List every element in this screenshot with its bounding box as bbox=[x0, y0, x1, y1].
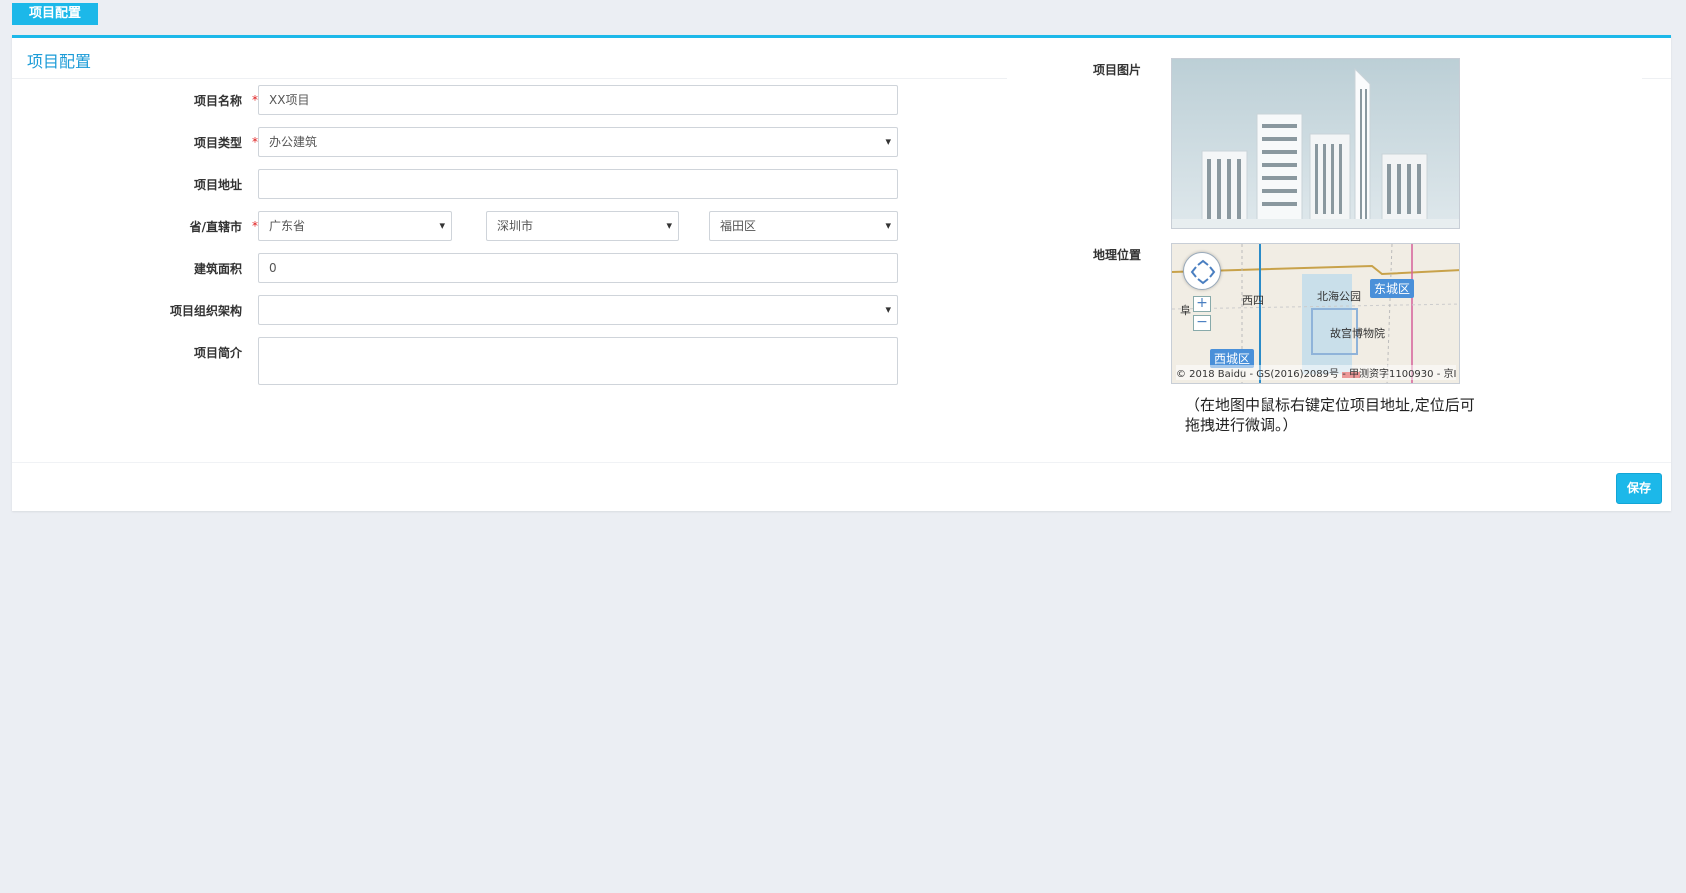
building-area-input[interactable]: 0 bbox=[258, 253, 898, 283]
building-area-label: 建筑面积 bbox=[193, 262, 242, 276]
project-intro-label: 项目简介 bbox=[193, 346, 242, 360]
district-value: 福田区 bbox=[720, 219, 757, 233]
project-address-input[interactable] bbox=[258, 169, 898, 199]
region-label: 省/直辖市 bbox=[189, 220, 242, 234]
project-type-value: 办公建筑 bbox=[269, 135, 318, 149]
district-select[interactable]: 福田区 bbox=[709, 211, 898, 241]
footer-divider bbox=[12, 462, 1671, 463]
project-type-select[interactable]: 办公建筑 bbox=[258, 127, 898, 157]
city-value: 深圳市 bbox=[497, 219, 534, 233]
map-hint-text: （在地图中鼠标右键定位项目地址,定位后可拖拽进行微调。） bbox=[1185, 396, 1475, 434]
map-place-xisi: 西四 bbox=[1242, 294, 1264, 307]
org-structure-select[interactable] bbox=[258, 295, 898, 325]
city-select[interactable]: 深圳市 bbox=[486, 211, 679, 241]
title-divider-right bbox=[1642, 78, 1671, 79]
project-photo-label: 项目图片 bbox=[1093, 63, 1142, 77]
project-name-label: 项目名称 bbox=[193, 94, 242, 108]
map-pan-control[interactable] bbox=[1183, 252, 1221, 290]
panel-title: 项目配置 bbox=[27, 52, 92, 71]
map-place-fu: 阜 bbox=[1180, 304, 1191, 317]
building-illustration bbox=[1172, 67, 1459, 228]
project-photo[interactable] bbox=[1171, 58, 1460, 229]
project-type-label: 项目类型 bbox=[193, 136, 242, 150]
map-place-palace-museum: 故宫博物院 bbox=[1330, 327, 1385, 340]
project-config-panel: 项目配置 项目名称 * XX项目 项目类型 * 办公建筑 项目地址 省/直辖市 … bbox=[12, 35, 1671, 511]
province-value: 广东省 bbox=[269, 219, 306, 233]
pan-arrows-icon bbox=[1190, 259, 1216, 285]
map-district-dongcheng: 东城区 bbox=[1370, 279, 1415, 298]
project-intro-textarea[interactable] bbox=[258, 337, 898, 385]
map-copyright: © 2018 Baidu - GS(2016)2089号 - 甲测资字11009… bbox=[1176, 365, 1457, 380]
map-zoom-out-button[interactable]: − bbox=[1193, 315, 1211, 331]
map-place-beihai: 北海公园 bbox=[1317, 290, 1361, 303]
save-button[interactable]: 保存 bbox=[1616, 473, 1662, 504]
tab-project-config[interactable]: 项目配置 bbox=[12, 3, 98, 25]
project-name-input[interactable]: XX项目 bbox=[258, 85, 898, 115]
project-address-label: 项目地址 bbox=[193, 178, 242, 192]
province-select[interactable]: 广东省 bbox=[258, 211, 452, 241]
map-location-label: 地理位置 bbox=[1093, 248, 1142, 262]
map-zoom-in-button[interactable]: + bbox=[1193, 296, 1211, 312]
org-structure-label: 项目组织架构 bbox=[169, 304, 242, 318]
baidu-map[interactable]: + − 北海公园 西四 故宫博物院 阜 东城区 西城区 © 2018 Baidu… bbox=[1171, 243, 1460, 384]
title-divider bbox=[12, 78, 1007, 79]
